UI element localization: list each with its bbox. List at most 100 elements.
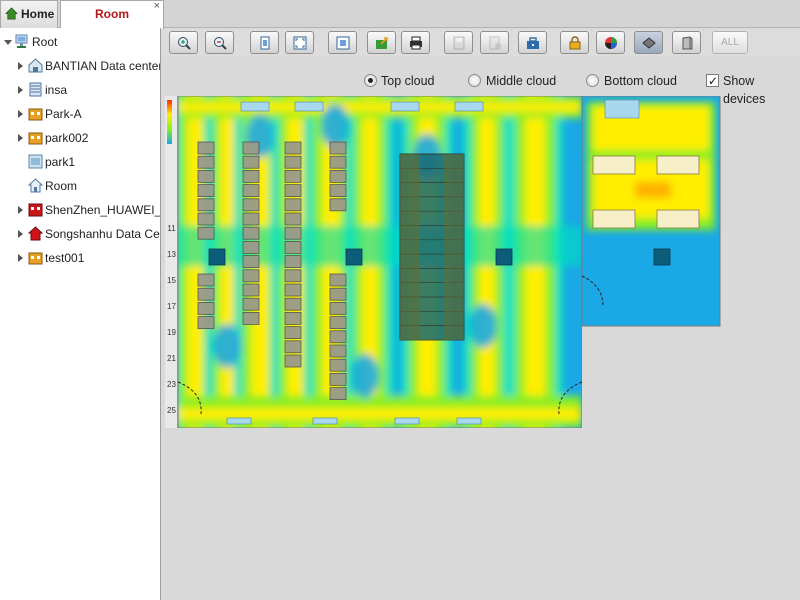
cabinet [197,212,215,226]
annex-unit [656,209,700,229]
tree-node-label: ShenZhen_HUAWEI_H [45,203,161,217]
park-icon [28,252,43,265]
fullscreen-button[interactable] [285,31,314,54]
ruler-label: 13 [167,250,176,259]
expand-arrow-icon[interactable] [18,230,23,238]
cabinet [329,387,347,401]
cabinet [284,240,302,254]
heat-edge-top-warm [178,102,582,112]
cabinet [329,273,347,287]
settings-button[interactable] [480,31,509,54]
tree-node-label: Root [32,35,58,49]
annex-unit [592,209,636,229]
heat-mid-band [178,226,582,266]
cabinet [197,316,215,330]
ruler-label: 23 [167,380,176,389]
cloud-view-button[interactable] [634,31,663,54]
tree-node-label: BANTIAN Data center [45,59,161,73]
cabinet [329,372,347,386]
fullscreen-icon [293,36,307,50]
cabinet [329,316,347,330]
heat-map-canvas[interactable] [165,96,721,430]
tab-home[interactable]: Home [0,0,58,28]
cabinet [197,141,215,155]
cabinet [242,311,260,325]
save-button[interactable] [444,31,473,54]
bottom-cloud-radio[interactable] [586,74,599,87]
layer-icon [642,37,656,49]
cabinet-view-button[interactable] [672,31,701,54]
cabinet [284,311,302,325]
top-cloud-radio[interactable] [364,74,377,87]
fit-window-button[interactable] [328,31,357,54]
cabinet [242,198,260,212]
cabinet [242,240,260,254]
cabinet [284,226,302,240]
cabinet [242,141,260,155]
air-vent [240,101,270,112]
cabinet [329,198,347,212]
print-button[interactable] [401,31,430,54]
color-button[interactable] [596,31,625,54]
fit-window-icon [336,36,350,50]
annex-unit [592,155,636,175]
air-vent [394,417,420,425]
toolbar: ALL [162,29,800,57]
cabinet [284,212,302,226]
toolbox-icon [527,37,539,49]
heat-cold-spot [321,104,349,148]
red-house-icon [28,226,43,241]
expand-arrow-icon[interactable] [18,86,23,94]
show-devices-checkbox[interactable] [706,72,719,90]
zoom-out-button[interactable] [205,31,234,54]
document-gear-icon [489,36,501,50]
collapse-arrow-icon[interactable] [4,40,12,45]
expand-arrow-icon[interactable] [18,110,23,118]
close-icon[interactable]: × [154,0,160,19]
top-cloud-option[interactable]: Top cloud [364,72,444,90]
show-devices-option[interactable]: Show devices [706,72,800,106]
export-button[interactable] [367,31,396,54]
zoom-in-button[interactable] [169,31,198,54]
all-button[interactable]: ALL [712,31,748,54]
expand-arrow-icon[interactable] [18,206,23,214]
cabinet [284,269,302,283]
tab-room[interactable]: Room × [60,0,164,29]
lock-button[interactable] [560,31,589,54]
expand-arrow-icon[interactable] [18,62,23,70]
computer-icon [15,34,28,48]
house-icon [28,178,43,193]
cabinet [284,340,302,354]
cabinet [242,255,260,269]
cabinet [329,184,347,197]
cabinet [197,170,215,183]
bottom-cloud-option[interactable]: Bottom cloud [586,72,681,90]
expand-arrow-icon[interactable] [18,254,23,262]
ruler-label: 15 [167,276,176,285]
cabinet [329,301,347,315]
bottom-cloud-label: Bottom cloud [604,74,677,88]
tree-node-label: park002 [45,131,89,145]
cabinet [197,184,215,197]
air-vent [312,417,338,425]
toolbox-button[interactable] [518,31,547,54]
cabinet [284,184,302,197]
fit-page-icon [260,36,270,50]
cabinet-block-right [444,154,464,340]
cabinet [284,354,302,368]
heat-cold-spot [213,324,241,368]
tree-node-label: test001 [45,251,85,265]
cabinet [329,330,347,344]
annex-hot [635,182,671,198]
cabinet [197,301,215,315]
fit-page-button[interactable] [250,31,279,54]
tree-node-label: Songshanhu Data Cen [45,227,161,241]
expand-arrow-icon[interactable] [18,134,23,142]
cabinet [242,297,260,311]
park-icon [28,132,43,145]
cabinet [329,170,347,183]
middle-cloud-radio[interactable] [468,74,481,87]
cabinet [284,326,302,340]
cabinet [284,297,302,311]
middle-cloud-option[interactable]: Middle cloud [468,72,558,90]
